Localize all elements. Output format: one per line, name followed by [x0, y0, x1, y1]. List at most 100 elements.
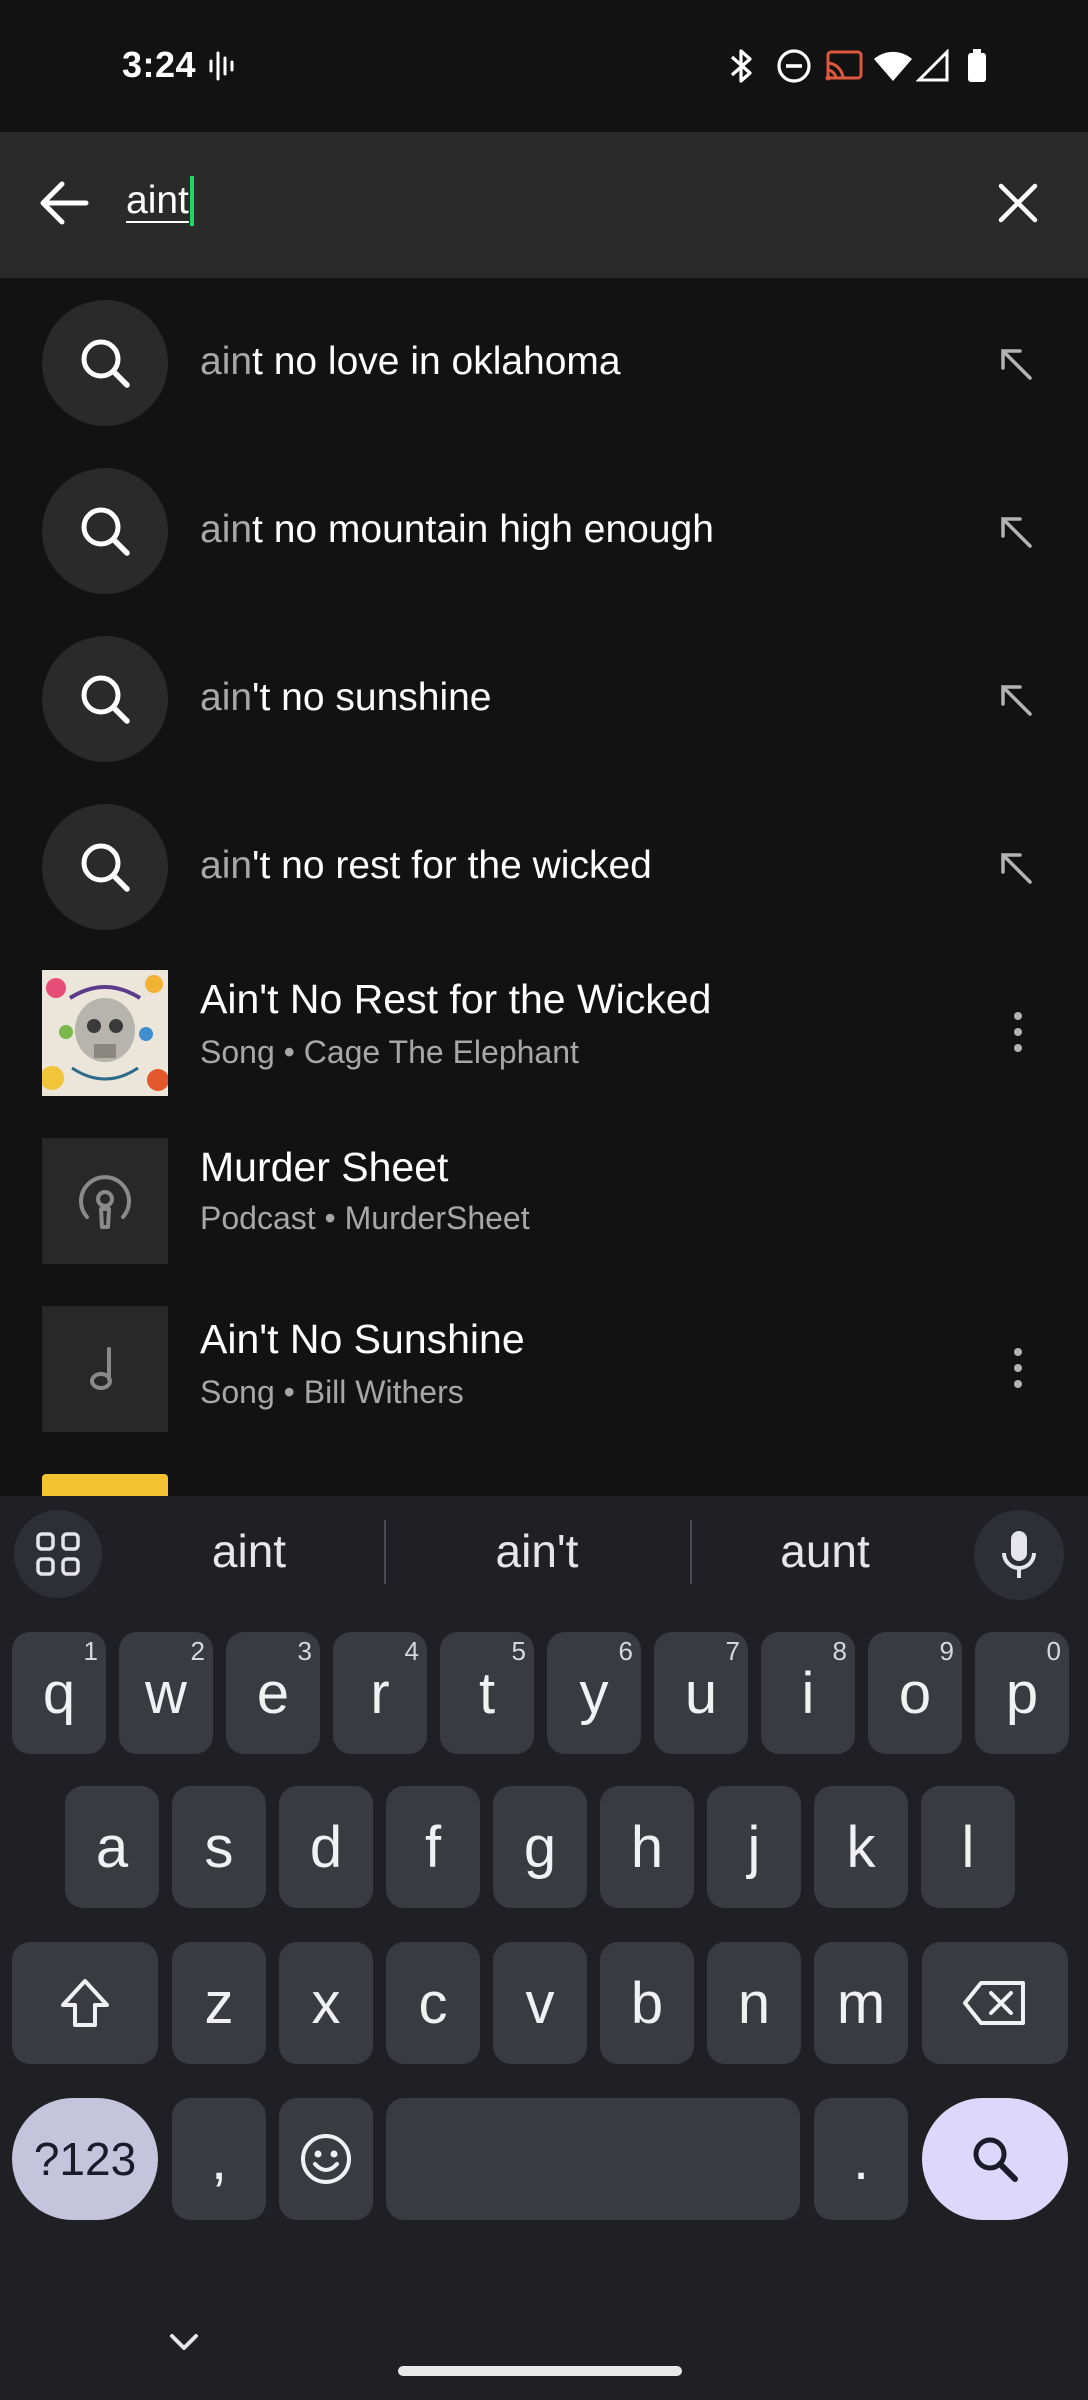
- key-g[interactable]: g: [493, 1786, 587, 1908]
- close-icon: [998, 183, 1038, 223]
- suggestion-search-icon-wrap: [42, 468, 168, 594]
- key-j[interactable]: j: [707, 1786, 801, 1908]
- shift-key[interactable]: [12, 1942, 158, 2064]
- key-c[interactable]: c: [386, 1942, 480, 2064]
- search-bar: aint: [0, 132, 1088, 278]
- suggestion-divider: [690, 1520, 692, 1584]
- search-submit-key[interactable]: [922, 2098, 1068, 2220]
- arrow-up-left-icon: [1001, 349, 1032, 380]
- more-options-button[interactable]: [990, 996, 1046, 1068]
- key-o[interactable]: o9: [868, 1632, 962, 1754]
- do-not-disturb-icon: [776, 46, 812, 86]
- soft-keyboard: aint ain't aunt q1 w2 e3 r4 t5 y6 u7 i8 …: [0, 1496, 1088, 2400]
- suggestion-row[interactable]: aint no love in oklahoma: [0, 278, 1088, 446]
- album-art: [42, 970, 168, 1096]
- key-t[interactable]: t5: [440, 1632, 534, 1754]
- suggestion-row[interactable]: aint no mountain high enough: [0, 446, 1088, 614]
- search-icon: [81, 675, 130, 724]
- music-note-icon: [90, 1347, 112, 1390]
- wifi-icon: [872, 46, 914, 86]
- key-e[interactable]: e3: [226, 1632, 320, 1754]
- key-m[interactable]: m: [814, 1942, 908, 2064]
- result-row[interactable]: Ain't No Rest for the Wicked Song • Cage…: [0, 950, 1088, 1118]
- voice-input-button[interactable]: [974, 1510, 1064, 1600]
- chevron-down-icon: [170, 2334, 198, 2350]
- key-p[interactable]: p0: [975, 1632, 1069, 1754]
- key-s[interactable]: s: [172, 1786, 266, 1908]
- fill-query-button[interactable]: [980, 832, 1052, 904]
- arrow-up-left-icon: [1001, 685, 1032, 716]
- shift-icon: [61, 1979, 109, 2027]
- suggestion-search-icon-wrap: [42, 804, 168, 930]
- more-options-button[interactable]: [990, 1332, 1046, 1404]
- comma-key[interactable]: ,: [172, 2098, 266, 2220]
- song-thumbnail: [42, 1306, 168, 1432]
- key-f[interactable]: f: [386, 1786, 480, 1908]
- suggestion-text: ain't no rest for the wicked: [200, 844, 652, 887]
- key-i[interactable]: i8: [761, 1632, 855, 1754]
- keyboard-suggestion-strip: aint ain't aunt: [0, 1496, 1088, 1608]
- fill-query-button[interactable]: [980, 664, 1052, 736]
- more-vertical-icon: [1014, 1348, 1022, 1388]
- microphone-icon: [1002, 1531, 1036, 1578]
- key-a[interactable]: a: [65, 1786, 159, 1908]
- search-input[interactable]: aint: [126, 176, 194, 226]
- keyboard-apps-button[interactable]: [14, 1510, 102, 1598]
- keyboard-suggestion[interactable]: aunt: [700, 1524, 950, 1578]
- key-z[interactable]: z: [172, 1942, 266, 2064]
- podcast-thumbnail: [42, 1138, 168, 1264]
- key-x[interactable]: x: [279, 1942, 373, 2064]
- key-b[interactable]: b: [600, 1942, 694, 2064]
- arrow-up-left-icon: [1001, 517, 1032, 548]
- search-query: aint: [126, 179, 189, 222]
- suggestion-search-icon-wrap: [42, 300, 168, 426]
- cast-icon: [824, 46, 864, 86]
- keyboard-suggestion[interactable]: ain't: [412, 1524, 662, 1578]
- result-row[interactable]: Ain't No Sunshine Song • Bill Withers: [0, 1286, 1088, 1454]
- period-key[interactable]: .: [814, 2098, 908, 2220]
- status-time: 3:24: [122, 44, 197, 85]
- clear-search-button[interactable]: [982, 167, 1054, 239]
- next-result-thumbnail-peek: [42, 1474, 168, 1496]
- search-icon: [81, 507, 130, 556]
- result-subtitle: Podcast • MurderSheet: [200, 1200, 530, 1236]
- emoji-key[interactable]: [279, 2098, 373, 2220]
- key-w[interactable]: w2: [119, 1632, 213, 1754]
- key-n[interactable]: n: [707, 1942, 801, 2064]
- back-button[interactable]: [28, 167, 100, 239]
- suggestion-text: aint no mountain high enough: [200, 508, 714, 551]
- space-key[interactable]: [386, 2098, 800, 2220]
- key-k[interactable]: k: [814, 1786, 908, 1908]
- search-icon: [973, 2137, 1018, 2182]
- grid-icon: [36, 1532, 80, 1576]
- key-h[interactable]: h: [600, 1786, 694, 1908]
- fill-query-button[interactable]: [980, 496, 1052, 568]
- sound-wave-icon: [208, 46, 238, 86]
- navigation-handle[interactable]: [398, 2366, 682, 2376]
- suggestion-text: ain't no sunshine: [200, 676, 492, 719]
- suggestion-divider: [384, 1520, 386, 1584]
- key-q[interactable]: q1: [12, 1632, 106, 1754]
- key-v[interactable]: v: [493, 1942, 587, 2064]
- arrow-up-left-icon: [1001, 853, 1032, 884]
- result-row[interactable]: Murder Sheet Podcast • MurderSheet: [0, 1118, 1088, 1286]
- search-icon: [81, 339, 130, 388]
- key-u[interactable]: u7: [654, 1632, 748, 1754]
- keyboard-suggestion[interactable]: aint: [124, 1524, 374, 1578]
- text-caret: [189, 176, 194, 226]
- suggestion-row[interactable]: ain't no sunshine: [0, 614, 1088, 782]
- key-y[interactable]: y6: [547, 1632, 641, 1754]
- result-title: Ain't No Sunshine: [200, 1316, 525, 1362]
- key-r[interactable]: r4: [333, 1632, 427, 1754]
- suggestion-row[interactable]: ain't no rest for the wicked: [0, 782, 1088, 950]
- arrow-left-icon: [40, 181, 89, 225]
- result-title: Murder Sheet: [200, 1144, 449, 1190]
- key-d[interactable]: d: [279, 1786, 373, 1908]
- result-subtitle: Song • Bill Withers: [200, 1374, 464, 1410]
- hide-keyboard-button[interactable]: [160, 2318, 208, 2366]
- symbols-key[interactable]: ?123: [12, 2098, 158, 2220]
- key-l[interactable]: l: [921, 1786, 1015, 1908]
- fill-query-button[interactable]: [980, 328, 1052, 400]
- status-bar: 3:24: [0, 0, 1088, 132]
- backspace-key[interactable]: [922, 1942, 1068, 2064]
